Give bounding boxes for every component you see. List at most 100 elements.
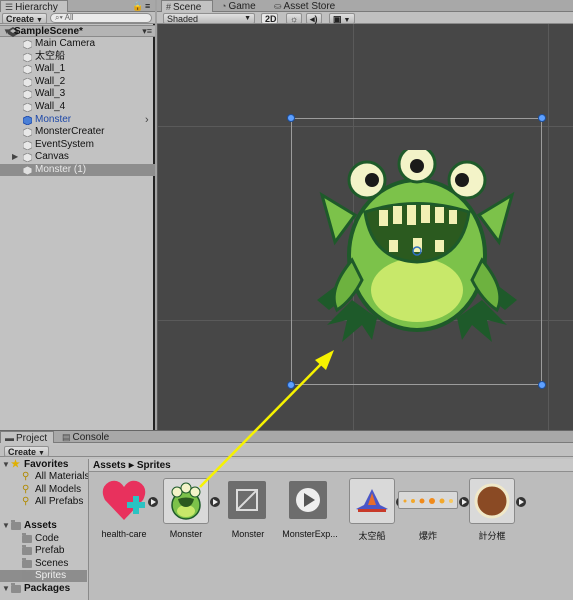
- hierarchy-item[interactable]: Wall_2: [0, 76, 155, 88]
- project-tree-item[interactable]: ⚲ All Materials: [0, 471, 90, 483]
- monster-sprite-icon: [171, 482, 201, 520]
- hierarchy-item[interactable]: Canvas ▶: [0, 151, 155, 163]
- console-icon: ▤: [62, 432, 71, 442]
- project-tree-item[interactable]: ▼ Assets: [0, 520, 87, 532]
- gameobject-cube-icon: [23, 153, 32, 163]
- hierarchy-item[interactable]: Wall_1: [0, 63, 155, 75]
- hierarchy-item-label: Monster: [35, 113, 72, 125]
- hierarchy-tabbar: ☰ Hierarchy 🔒 ≡: [0, 0, 155, 13]
- scene-tabbar: # Scene ◔ Game ⛀ Asset Store: [157, 0, 573, 13]
- folder-icon: [22, 545, 32, 555]
- prefab-cube-icon: [23, 115, 32, 125]
- shading-mode-dropdown[interactable]: Shaded ▼: [163, 13, 255, 24]
- breadcrumb-separator-icon: ▸: [128, 460, 134, 471]
- resize-handle-bottom-left[interactable]: [287, 381, 295, 389]
- hierarchy-item-label: Wall_3: [35, 88, 66, 100]
- scene-audio-toggle[interactable]: ◂): [306, 13, 322, 24]
- project-tree-item[interactable]: ▼ Packages: [0, 583, 87, 595]
- expand-arrow-icon[interactable]: ▼: [2, 583, 10, 595]
- hierarchy-item[interactable]: EventSystem: [0, 139, 155, 151]
- tab-console[interactable]: ▤ Console: [58, 431, 116, 443]
- scene-gridline: [157, 24, 158, 430]
- project-tree-label: Code: [35, 533, 59, 544]
- asset-health-care[interactable]: health-care: [91, 478, 158, 548]
- tab-asset-store[interactable]: ⛀ Asset Store: [270, 0, 350, 12]
- hierarchy-item[interactable]: MonsterCreater: [0, 126, 155, 138]
- caret-down-icon: ▼: [36, 17, 43, 24]
- scene-effects-dropdown[interactable]: ▣ ▼: [329, 13, 355, 24]
- tab-scene[interactable]: # Scene: [161, 0, 213, 13]
- project-tree-label: Favorites: [24, 459, 69, 470]
- project-tree-label: All Materials: [35, 471, 90, 482]
- project-tree-item[interactable]: Sprites: [0, 570, 87, 582]
- sun-icon: ☼: [290, 14, 299, 24]
- asset-browser: Assets ▸ Sprites health-care Monster Mon…: [88, 459, 573, 600]
- folder-icon: [22, 558, 32, 568]
- resize-handle-top-right[interactable]: [538, 114, 546, 122]
- gameobject-cube-icon: [23, 103, 32, 112]
- tab-hierarchy[interactable]: ☰ Hierarchy: [0, 0, 68, 13]
- hierarchy-item[interactable]: Monster (1): [0, 164, 155, 176]
- breadcrumb-assets[interactable]: Assets: [93, 460, 126, 471]
- hierarchy-item-label: 太空船: [35, 50, 65, 62]
- project-tree-item[interactable]: ⚲ All Prefabs: [0, 496, 87, 508]
- project-folder-tree: ▼ ★ Favorites ⚲ All Materials ⚲ All Models ⚲ All…: [0, 459, 90, 600]
- asset-monster-exp-animation[interactable]: MonsterExp...: [277, 478, 339, 548]
- scene-toolbar: Shaded ▼ 2D ☼ ◂) ▣ ▼: [157, 12, 573, 24]
- pacman-icon: ◔: [221, 1, 227, 11]
- hierarchy-item[interactable]: Wall_4: [0, 101, 155, 113]
- play-circle-icon: [296, 488, 320, 512]
- tab-game[interactable]: ◔ Game: [217, 0, 267, 12]
- project-tree-label: Scenes: [35, 558, 69, 569]
- asset-spaceship[interactable]: 太空船: [339, 478, 406, 548]
- scene-menu-icon[interactable]: ▾≡: [142, 26, 152, 37]
- expand-arrow-icon[interactable]: ▼: [2, 459, 10, 471]
- project-tree-item[interactable]: Prefab: [0, 545, 87, 557]
- search-icon: ⌕▾: [55, 13, 63, 22]
- lock-icon[interactable]: 🔒: [132, 0, 143, 12]
- panel-menu-icon[interactable]: ≡: [145, 0, 150, 12]
- scene-lighting-toggle[interactable]: ☼: [286, 13, 302, 24]
- gameobject-cube-icon: [23, 166, 32, 175]
- hierarchy-item[interactable]: 太空船: [0, 51, 155, 63]
- asset-monster-prefab[interactable]: Monster: [215, 478, 277, 548]
- hierarchy-item-label: Wall_1: [35, 63, 66, 75]
- project-tree-label: Packages: [24, 583, 71, 594]
- breadcrumb-sprites[interactable]: Sprites: [137, 460, 171, 471]
- hierarchy-item[interactable]: Main Camera: [0, 38, 155, 50]
- resize-handle-top-left[interactable]: [287, 114, 295, 122]
- project-tree-item[interactable]: Scenes: [0, 558, 87, 570]
- project-tree-label: All Prefabs: [35, 496, 84, 507]
- hierarchy-item-label: MonsterCreater: [35, 126, 105, 138]
- hierarchy-create-dropdown[interactable]: Create ▼: [2, 13, 47, 24]
- caret-down-icon: ▼: [244, 15, 251, 22]
- project-tree-label: All Models: [35, 484, 82, 495]
- project-tree-item[interactable]: ⚲ All Models: [0, 484, 87, 496]
- scene-header-row[interactable]: ▼ SampleScene* ▾≡: [0, 25, 155, 37]
- gameobject-cube-icon: [23, 90, 32, 100]
- folder-icon: ▬: [5, 433, 14, 443]
- hierarchy-search-input[interactable]: ⌕▾ All: [50, 13, 152, 23]
- project-tree-item[interactable]: ▼ ★ Favorites: [0, 459, 87, 471]
- rect-transform-gizmo[interactable]: [291, 118, 542, 385]
- hierarchy-item[interactable]: Monster ›: [0, 114, 155, 126]
- asset-explosion[interactable]: 爆炸: [398, 478, 469, 548]
- expand-arrow-icon[interactable]: ▼: [2, 520, 10, 532]
- project-tree-item[interactable]: Code: [0, 533, 87, 545]
- caret-down-icon: ▼: [38, 450, 45, 457]
- asset-thumb-frame: [349, 478, 395, 524]
- project-create-dropdown[interactable]: Create ▼: [4, 446, 49, 457]
- breadcrumb: Assets ▸ Sprites: [89, 459, 573, 472]
- asset-monster-sprite[interactable]: Monster: [153, 478, 220, 548]
- hierarchy-item[interactable]: Wall_3: [0, 88, 155, 100]
- open-prefab-arrow-icon[interactable]: ›: [145, 114, 149, 126]
- expand-asset-icon[interactable]: [516, 497, 526, 507]
- toggle-2d-button[interactable]: 2D: [261, 13, 278, 24]
- asset-thumb-frame: [469, 478, 515, 524]
- expand-arrow-icon[interactable]: ▶: [12, 151, 18, 163]
- resize-handle-bottom-right[interactable]: [538, 381, 546, 389]
- gameobject-cube-icon: [23, 77, 32, 87]
- project-tree-label: Sprites: [35, 570, 67, 581]
- tab-project[interactable]: ▬ Project: [0, 431, 54, 444]
- asset-score-frame[interactable]: 計分框: [459, 478, 526, 548]
